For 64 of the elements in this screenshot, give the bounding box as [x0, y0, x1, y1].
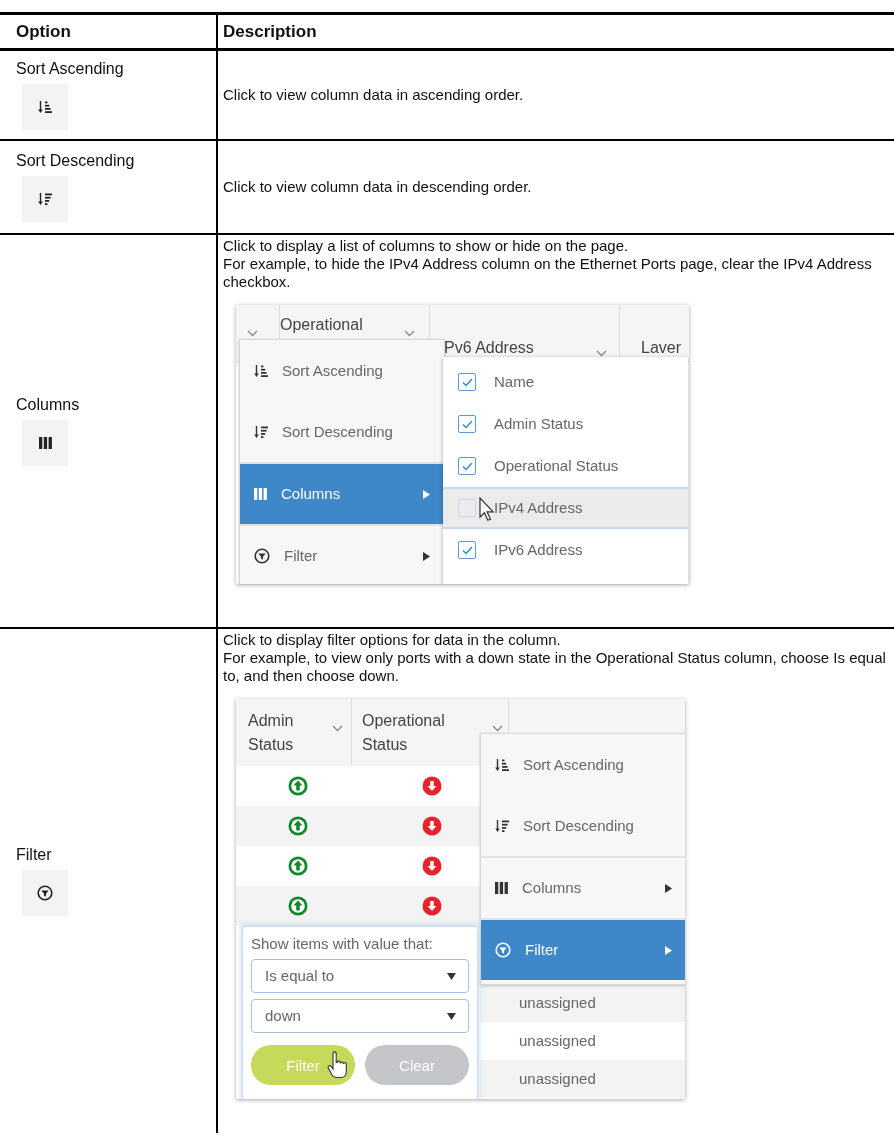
table-cell: unassigned — [519, 994, 596, 1012]
option-name: Columns — [16, 396, 81, 414]
column-option[interactable]: Name — [443, 361, 688, 403]
caret-icon — [447, 972, 456, 980]
condition-dropdown[interactable]: Is equal to — [251, 959, 469, 993]
column-option[interactable]: Admin Status — [443, 403, 688, 445]
checkbox[interactable] — [458, 415, 476, 433]
columns-icon — [495, 882, 508, 894]
menu-item[interactable]: Sort Descending — [240, 401, 444, 462]
chevron-icon[interactable] — [492, 725, 503, 732]
checkbox[interactable] — [458, 499, 476, 517]
columns-icon — [254, 488, 267, 500]
table-cell: unassigned — [519, 1032, 596, 1050]
filter-icon — [254, 548, 270, 564]
option-name: Filter — [16, 846, 53, 864]
column-header[interactable]: Pv6 Address — [444, 339, 534, 357]
column-header: Option — [16, 21, 71, 42]
checkbox[interactable] — [458, 373, 476, 391]
option-name: Sort Ascending — [16, 60, 125, 78]
chevron-icon[interactable] — [596, 350, 607, 357]
sort-ascending-icon — [254, 365, 268, 377]
column-header[interactable]: Admin Status — [248, 709, 318, 757]
checkbox[interactable] — [458, 457, 476, 475]
filter-icon — [37, 885, 53, 901]
sort-ascending-icon — [495, 759, 509, 771]
chevron-icon[interactable] — [404, 330, 415, 337]
check-icon — [461, 545, 473, 555]
description-text: For example, to hide the IPv4 Address column on the Ethernet Ports page, clear the IPv4 Address checkbox. — [223, 255, 873, 291]
menu-item[interactable]: Sort Ascending — [240, 340, 444, 401]
caret-icon — [447, 1012, 456, 1020]
columns-icon — [38, 437, 52, 449]
column-option[interactable]: IPv6 Address — [443, 529, 688, 571]
description-text: Click to view column data in ascending order. — [223, 86, 525, 104]
check-icon — [461, 419, 473, 429]
column-header: Description — [223, 21, 317, 42]
sort-descending-icon — [38, 193, 52, 205]
column-header[interactable]: Operational Status — [362, 709, 472, 757]
column-option[interactable]: Operational Status — [443, 445, 688, 487]
column-header[interactable]: Laver — [641, 339, 682, 357]
filter-icon — [495, 942, 511, 958]
description-text: Click to view column data in descending order. — [223, 178, 533, 196]
filter-prompt: Show items with value that: — [251, 935, 434, 953]
option-name: Sort Descending — [16, 152, 136, 170]
sort-descending-icon — [254, 426, 268, 438]
menu-item[interactable]: Sort Ascending — [481, 734, 685, 795]
hand-pointer-icon — [327, 1051, 347, 1079]
sort-ascending-icon — [38, 101, 52, 113]
menu-item[interactable]: Columns — [240, 462, 444, 524]
arrow-pointer-icon — [479, 497, 495, 522]
description-text: Click to display a list of columns to show or hide on the page. — [223, 237, 630, 255]
description-text: For example, to view only ports with a down state in the Operational Status column, choose Is equal to, and then choose down. — [223, 649, 887, 685]
menu-item[interactable]: Filter — [481, 918, 685, 980]
table-cell: unassigned — [519, 1070, 596, 1088]
menu-item[interactable]: Sort Descending — [481, 795, 685, 856]
check-icon — [461, 461, 473, 471]
check-icon — [461, 377, 473, 387]
chevron-icon[interactable] — [332, 725, 343, 732]
description-text: Click to display filter options for data in the column. — [223, 631, 562, 649]
checkbox[interactable] — [458, 541, 476, 559]
column-option[interactable]: IPv4 Address — [443, 487, 688, 529]
column-header[interactable]: Operational — [280, 316, 363, 334]
sort-descending-icon — [495, 820, 509, 832]
chevron-icon[interactable] — [247, 330, 258, 337]
value-dropdown[interactable]: down — [251, 999, 469, 1033]
